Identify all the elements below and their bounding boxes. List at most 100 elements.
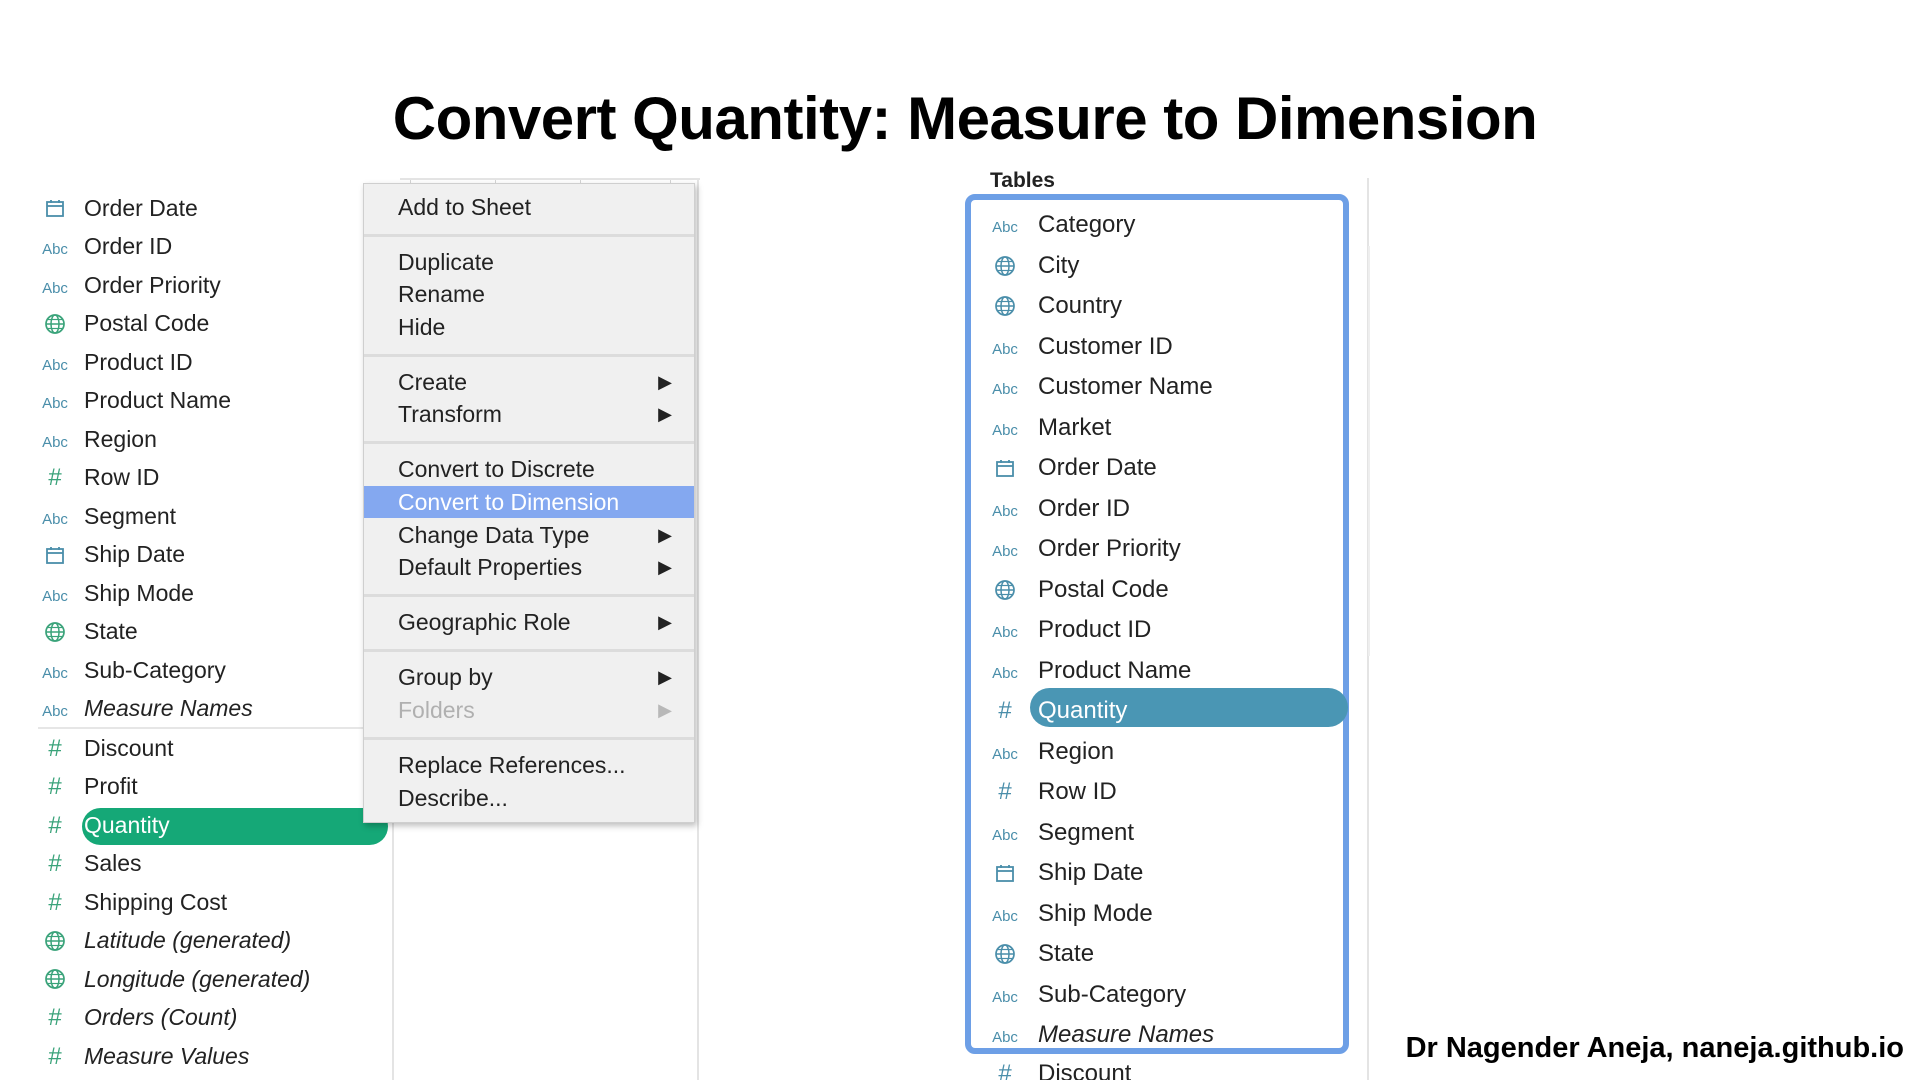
field-label: Measure Names	[84, 695, 253, 721]
field-sub-category[interactable]: Abc Sub-Category	[988, 976, 1186, 1014]
submenu-arrow-icon: ▶	[658, 372, 672, 392]
sheet-edge	[697, 178, 699, 1080]
tables-section-label: Tables	[990, 169, 1055, 190]
hash-icon: #	[998, 1060, 1012, 1081]
field-order-priority[interactable]: Abc Order Priority	[38, 267, 221, 303]
field-row-id[interactable]: # Row ID	[988, 773, 1117, 811]
abc-icon: Abc	[992, 502, 1018, 520]
field-city[interactable]: City	[988, 247, 1079, 285]
field-label: Segment	[84, 502, 177, 529]
field-label: Profit	[84, 773, 138, 799]
abc-icon: Abc	[992, 745, 1018, 763]
field-product-id[interactable]: Abc Product ID	[988, 611, 1151, 649]
menu-folders: Folders ▶	[364, 694, 694, 726]
menu-replace-references[interactable]: Replace References...	[364, 749, 694, 781]
dimension-measure-divider	[38, 727, 368, 729]
field-sales[interactable]: # Sales	[38, 846, 141, 882]
field-region[interactable]: Abc Region	[988, 733, 1114, 771]
field-ship-mode[interactable]: Abc Ship Mode	[38, 575, 194, 611]
hash-icon: #	[998, 697, 1012, 724]
field-measure-names[interactable]: Abc Measure Names	[988, 1016, 1214, 1054]
menu-convert-to-discrete[interactable]: Convert to Discrete	[364, 453, 694, 485]
menu-separator	[364, 649, 694, 652]
field-latitude-generated[interactable]: Latitude (generated)	[38, 923, 291, 959]
field-ship-mode[interactable]: Abc Ship Mode	[988, 895, 1153, 933]
menu-geographic-role[interactable]: Geographic Role ▶	[364, 606, 694, 638]
field-market[interactable]: Abc Market	[988, 409, 1111, 447]
field-discount[interactable]: # Discount	[38, 730, 173, 766]
menu-change-data-type[interactable]: Change Data Type ▶	[364, 519, 694, 551]
field-label: Order ID	[1038, 494, 1131, 522]
field-shipping-cost[interactable]: # Shipping Cost	[38, 884, 227, 920]
field-customer-name[interactable]: Abc Customer Name	[988, 368, 1213, 406]
abc-icon: Abc	[992, 907, 1018, 925]
menu-transform[interactable]: Transform ▶	[364, 398, 694, 430]
field-sub-category[interactable]: Abc Sub-Category	[38, 652, 226, 688]
field-segment[interactable]: Abc Segment	[988, 814, 1134, 852]
field-postal-code[interactable]: Postal Code	[38, 306, 209, 342]
hash-icon: #	[48, 773, 62, 800]
field-postal-code[interactable]: Postal Code	[988, 571, 1169, 609]
field-category[interactable]: Abc Category	[988, 206, 1135, 244]
field-order-date[interactable]: Order Date	[38, 190, 198, 226]
field-state[interactable]: State	[988, 935, 1094, 973]
field-discount-peek[interactable]: # Discount	[988, 1060, 1131, 1080]
abc-icon: Abc	[992, 340, 1018, 358]
abc-icon: Abc	[992, 421, 1018, 439]
field-product-id[interactable]: Abc Product ID	[38, 344, 193, 380]
field-label: Row ID	[84, 464, 160, 490]
menu-default-properties[interactable]: Default Properties ▶	[364, 551, 694, 583]
field-product-name[interactable]: Abc Product Name	[38, 383, 231, 419]
menu-convert-to-dimension[interactable]: Convert to Dimension	[364, 486, 694, 518]
field-label: Category	[1038, 211, 1136, 238]
field-quantity[interactable]: # Quantity	[988, 692, 1127, 730]
field-country[interactable]: Country	[988, 287, 1122, 325]
field-ship-date[interactable]: Ship Date	[38, 537, 185, 573]
field-row-id[interactable]: # Row ID	[38, 460, 159, 496]
abc-icon: Abc	[42, 703, 68, 720]
menu-group-by[interactable]: Group by ▶	[364, 661, 694, 693]
abc-icon: Abc	[992, 543, 1018, 560]
menu-duplicate[interactable]: Duplicate	[364, 246, 694, 278]
field-order-id[interactable]: Abc Order ID	[988, 490, 1130, 528]
menu-rename[interactable]: Rename	[364, 278, 694, 310]
field-label: Latitude (generated)	[84, 927, 292, 953]
menu-add-to-sheet[interactable]: Add to Sheet	[364, 191, 694, 223]
field-order-priority[interactable]: Abc Order Priority	[988, 530, 1181, 568]
abc-icon: Abc	[992, 826, 1018, 844]
field-measure-names[interactable]: Abc Measure Names	[38, 691, 253, 727]
field-order-date[interactable]: Order Date	[988, 449, 1157, 487]
menu-separator	[364, 594, 694, 597]
field-label: Ship Mode	[1038, 899, 1153, 927]
field-measure-values[interactable]: # Measure Values	[38, 1038, 249, 1074]
menu-separator	[364, 354, 694, 357]
field-label: Order Date	[1038, 454, 1157, 481]
submenu-arrow-icon: ▶	[658, 612, 672, 632]
menu-create[interactable]: Create ▶	[364, 366, 694, 398]
field-customer-id[interactable]: Abc Customer ID	[988, 328, 1173, 366]
field-label: Customer ID	[1038, 332, 1173, 360]
field-label: City	[1038, 251, 1080, 279]
field-state[interactable]: State	[38, 614, 138, 650]
field-label: Product ID	[84, 348, 193, 375]
menu-describe[interactable]: Describe...	[364, 782, 694, 814]
field-profit[interactable]: # Profit	[38, 769, 138, 805]
field-label: Region	[1038, 737, 1115, 765]
field-ship-date[interactable]: Ship Date	[988, 854, 1143, 892]
field-product-name[interactable]: Abc Product Name	[988, 652, 1191, 690]
field-context-menu: Add to Sheet Duplicate Rename Hide Creat…	[363, 183, 695, 823]
field-quantity[interactable]: # Quantity	[38, 807, 170, 843]
field-region[interactable]: Abc Region	[38, 421, 157, 457]
menu-hide[interactable]: Hide	[364, 311, 694, 343]
field-label: Row ID	[1038, 778, 1117, 805]
field-label: Ship Date	[84, 541, 186, 567]
field-label: Quantity	[84, 811, 170, 838]
field-longitude-generated[interactable]: Longitude (generated)	[38, 961, 310, 997]
abc-icon: Abc	[42, 279, 68, 297]
scrollbar-track[interactable]	[1368, 246, 1374, 656]
field-orders-count[interactable]: # Orders (Count)	[38, 1000, 237, 1036]
field-order-id[interactable]: Abc Order ID	[38, 229, 172, 265]
field-segment[interactable]: Abc Segment	[38, 498, 176, 534]
field-label: Product ID	[1038, 616, 1152, 643]
field-label: Order Priority	[84, 271, 221, 298]
